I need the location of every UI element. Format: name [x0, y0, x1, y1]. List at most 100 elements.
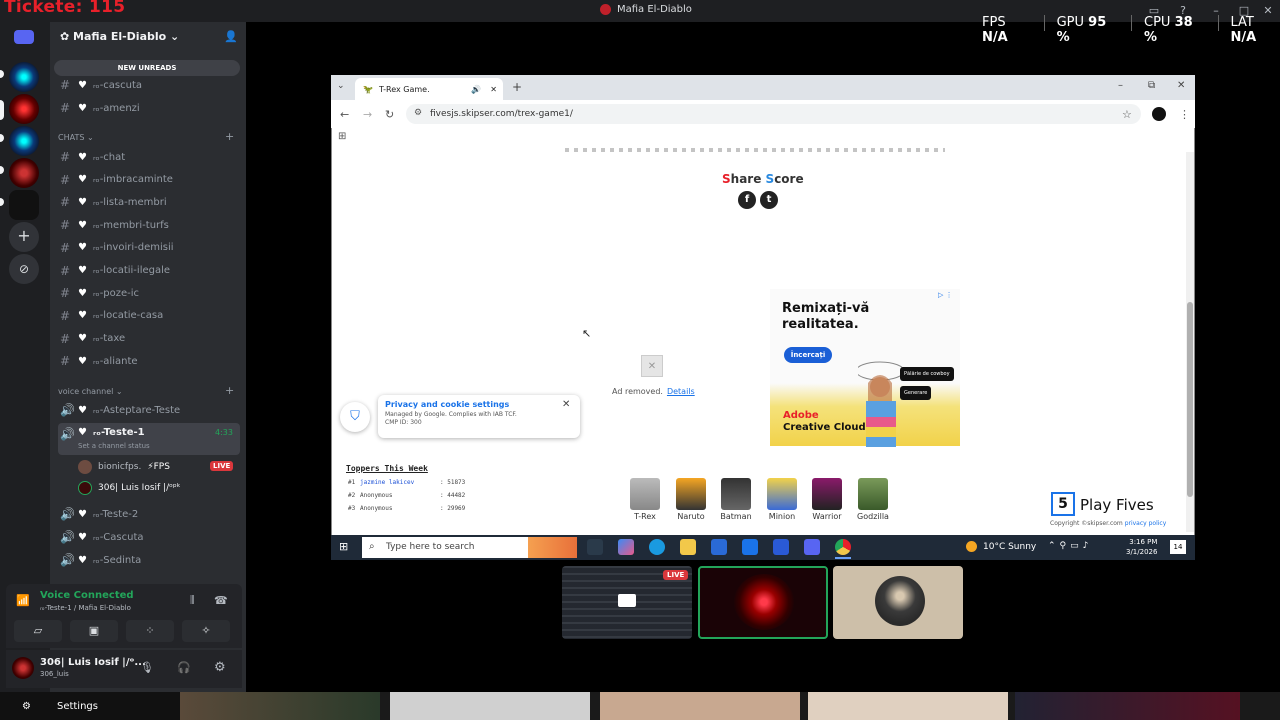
edge-icon[interactable]	[649, 539, 665, 555]
voice-user[interactable]: bionicfps. ⚡FPS	[78, 460, 170, 474]
cookie-title[interactable]: Privacy and cookie settings	[385, 400, 573, 409]
channel-item[interactable]: # ♥ ᵣₒ-invoiri-demisii	[58, 238, 240, 258]
browser-tab[interactable]: 🦖 T-Rex Game. 🔊 ✕	[355, 78, 503, 100]
voice-channel-path[interactable]: ᵣₒ-Teste-1 / Mafia El-Diablo	[40, 604, 131, 612]
site-info-icon[interactable]: ⚙	[414, 108, 422, 118]
settings-button[interactable]: ⚙ Settings	[0, 692, 180, 720]
channel-item[interactable]: # ♥ ᵣₒ-locatie-casa	[58, 306, 240, 326]
channel-status[interactable]: Set a channel status	[78, 442, 150, 450]
facebook-icon[interactable]: f	[738, 191, 756, 209]
add-server-icon[interactable]: +	[9, 222, 39, 252]
scrollbar-thumb[interactable]	[1187, 302, 1193, 497]
channel-item[interactable]: # ♥ ᵣₒ-poze-ic	[58, 283, 240, 303]
taskbar-clock[interactable]: 3:16 PM 3/1/2026	[1126, 537, 1157, 557]
category-voice[interactable]: voice channel ⌄	[58, 387, 123, 396]
voice-channel-item[interactable]: 🔊 ♥ ᵣₒ-Cascuta	[58, 527, 240, 547]
gear-icon[interactable]: ⚙	[214, 660, 226, 675]
play-fives-name[interactable]: Play Fives	[1080, 496, 1154, 514]
channel-item[interactable]: # ♥ ᵣₒ-taxe	[58, 329, 240, 349]
server-name[interactable]: ✿ Mafia El-Diablo ⌄	[60, 30, 179, 43]
profile-icon[interactable]	[1152, 107, 1166, 121]
channel-item[interactable]: # ♥ ᵣₒ-locatii-ilegale	[58, 261, 240, 281]
channel-item[interactable]: # ♥ ᵣₒ-cascuta	[58, 75, 240, 95]
back-icon[interactable]: ←	[340, 108, 349, 121]
browser-restore[interactable]: ⧉	[1148, 80, 1155, 91]
invite-icon[interactable]: 👤	[224, 30, 238, 43]
new-tab-button[interactable]: +	[512, 80, 522, 94]
camera-button[interactable]: ▱	[14, 620, 62, 642]
soundboard-button[interactable]: ✧	[182, 620, 230, 642]
privacy-link[interactable]: privacy policy	[1125, 520, 1167, 527]
tab-search-icon[interactable]: ⌄	[337, 81, 345, 91]
tab-close-icon[interactable]: ✕	[490, 85, 497, 94]
signal-icon[interactable]: 📶	[16, 594, 30, 607]
category-chats[interactable]: CHATS ⌄	[58, 133, 94, 142]
store-icon[interactable]	[711, 539, 727, 555]
browser-minimize[interactable]: –	[1118, 80, 1123, 91]
user-avatar[interactable]	[12, 657, 34, 679]
noise-suppression-icon[interactable]: ⫼	[190, 595, 195, 606]
details-link[interactable]: Details	[667, 387, 695, 396]
character-trex[interactable]	[630, 478, 660, 510]
close-icon[interactable]: ✕	[562, 399, 570, 410]
add-channel-icon[interactable]: +	[225, 130, 234, 143]
word-icon[interactable]	[773, 539, 789, 555]
file-explorer-icon[interactable]	[680, 539, 696, 555]
shield-icon[interactable]: ⛉	[340, 402, 370, 432]
character-naruto[interactable]	[676, 478, 706, 510]
cookie-dialog[interactable]: Privacy and cookie settings Managed by G…	[378, 395, 580, 438]
reload-icon[interactable]: ↻	[385, 108, 394, 121]
server-icon[interactable]	[9, 126, 39, 156]
voice-user-tile[interactable]	[698, 566, 828, 639]
character-warrior[interactable]	[812, 478, 842, 510]
server-icon[interactable]	[9, 62, 39, 92]
disconnect-icon[interactable]: ☎	[214, 594, 228, 607]
voice-channel-item[interactable]: 🔊 ♥ ᵣₒ-Asteptare-Teste	[58, 400, 240, 420]
url-input[interactable]: fivesjs.skipser.com/trex-game1/	[406, 104, 1141, 124]
notification-icon[interactable]: 14	[1170, 540, 1186, 554]
character-minion[interactable]	[767, 478, 797, 510]
new-unreads-banner[interactable]: NEW UNREADS	[54, 60, 240, 76]
character-batman[interactable]	[721, 478, 751, 510]
audio-icon[interactable]: 🔊	[471, 85, 481, 94]
channel-item[interactable]: # ♥ ᵣₒ-aliante	[58, 351, 240, 371]
discord-taskbar-icon[interactable]	[804, 539, 820, 555]
weather-widget[interactable]: 10°C Sunny	[966, 541, 1036, 552]
channel-item[interactable]: # ♥ ᵣₒ-amenzi	[58, 98, 240, 118]
task-view-icon[interactable]	[587, 539, 603, 555]
chrome-icon[interactable]	[835, 539, 851, 555]
voice-status[interactable]: Voice Connected	[40, 590, 134, 601]
headphones-icon[interactable]: 🎧	[177, 661, 191, 674]
browser-close[interactable]: ✕	[1177, 80, 1185, 91]
forward-icon[interactable]: →	[363, 108, 372, 121]
voice-user-tile[interactable]	[833, 566, 963, 639]
activities-button[interactable]: ⁘	[126, 620, 174, 642]
windows-start-icon[interactable]: ⊞	[339, 540, 348, 553]
voice-channel-item[interactable]: 🔊 ♥ ᵣₒ-Teste-2	[58, 504, 240, 524]
voice-user[interactable]: 306| Luis Iosif |/ᵒᵖᵏ	[78, 481, 181, 495]
server-icon[interactable]	[9, 94, 39, 124]
apps-icon[interactable]: ⊞	[338, 131, 346, 142]
copilot-icon[interactable]	[618, 539, 634, 555]
voice-channel-item[interactable]: 🔊 ♥ ᵣₒ-Sedinta	[58, 550, 240, 570]
adchoices-icon[interactable]: ▷ ⋮	[938, 291, 953, 299]
mail-icon[interactable]	[742, 539, 758, 555]
explore-icon[interactable]: ⊘	[9, 254, 39, 284]
add-channel-icon[interactable]: +	[225, 384, 234, 397]
bookmark-star-icon[interactable]: ☆	[1122, 108, 1132, 121]
server-icon[interactable]	[9, 158, 39, 188]
ad-button[interactable]: Încercați	[784, 347, 832, 363]
channel-item[interactable]: # ♥ ᵣₒ-chat	[58, 147, 240, 167]
discord-home-icon[interactable]	[14, 30, 34, 44]
channel-item[interactable]: # ♥ ᵣₒ-imbracaminte	[58, 170, 240, 190]
twitter-icon[interactable]: t	[760, 191, 778, 209]
user-name[interactable]: 306| Luis Iosif |/ᵒ...	[40, 657, 146, 668]
character-godzilla[interactable]	[858, 478, 888, 510]
menu-icon[interactable]: ⋮	[1179, 108, 1190, 121]
system-tray-icons[interactable]: ⌃⚲▭♪	[1048, 541, 1092, 551]
channel-item[interactable]: # ♥ ᵣₒ-membri-turfs	[58, 215, 240, 235]
play-fives-logo[interactable]: 5	[1051, 492, 1075, 516]
server-icon[interactable]	[9, 190, 39, 220]
channel-item[interactable]: # ♥ ᵣₒ-lista-membri	[58, 192, 240, 212]
voice-channel-item-active[interactable]: 🔊 ♥ ᵣₒ-Teste-1	[58, 423, 240, 455]
